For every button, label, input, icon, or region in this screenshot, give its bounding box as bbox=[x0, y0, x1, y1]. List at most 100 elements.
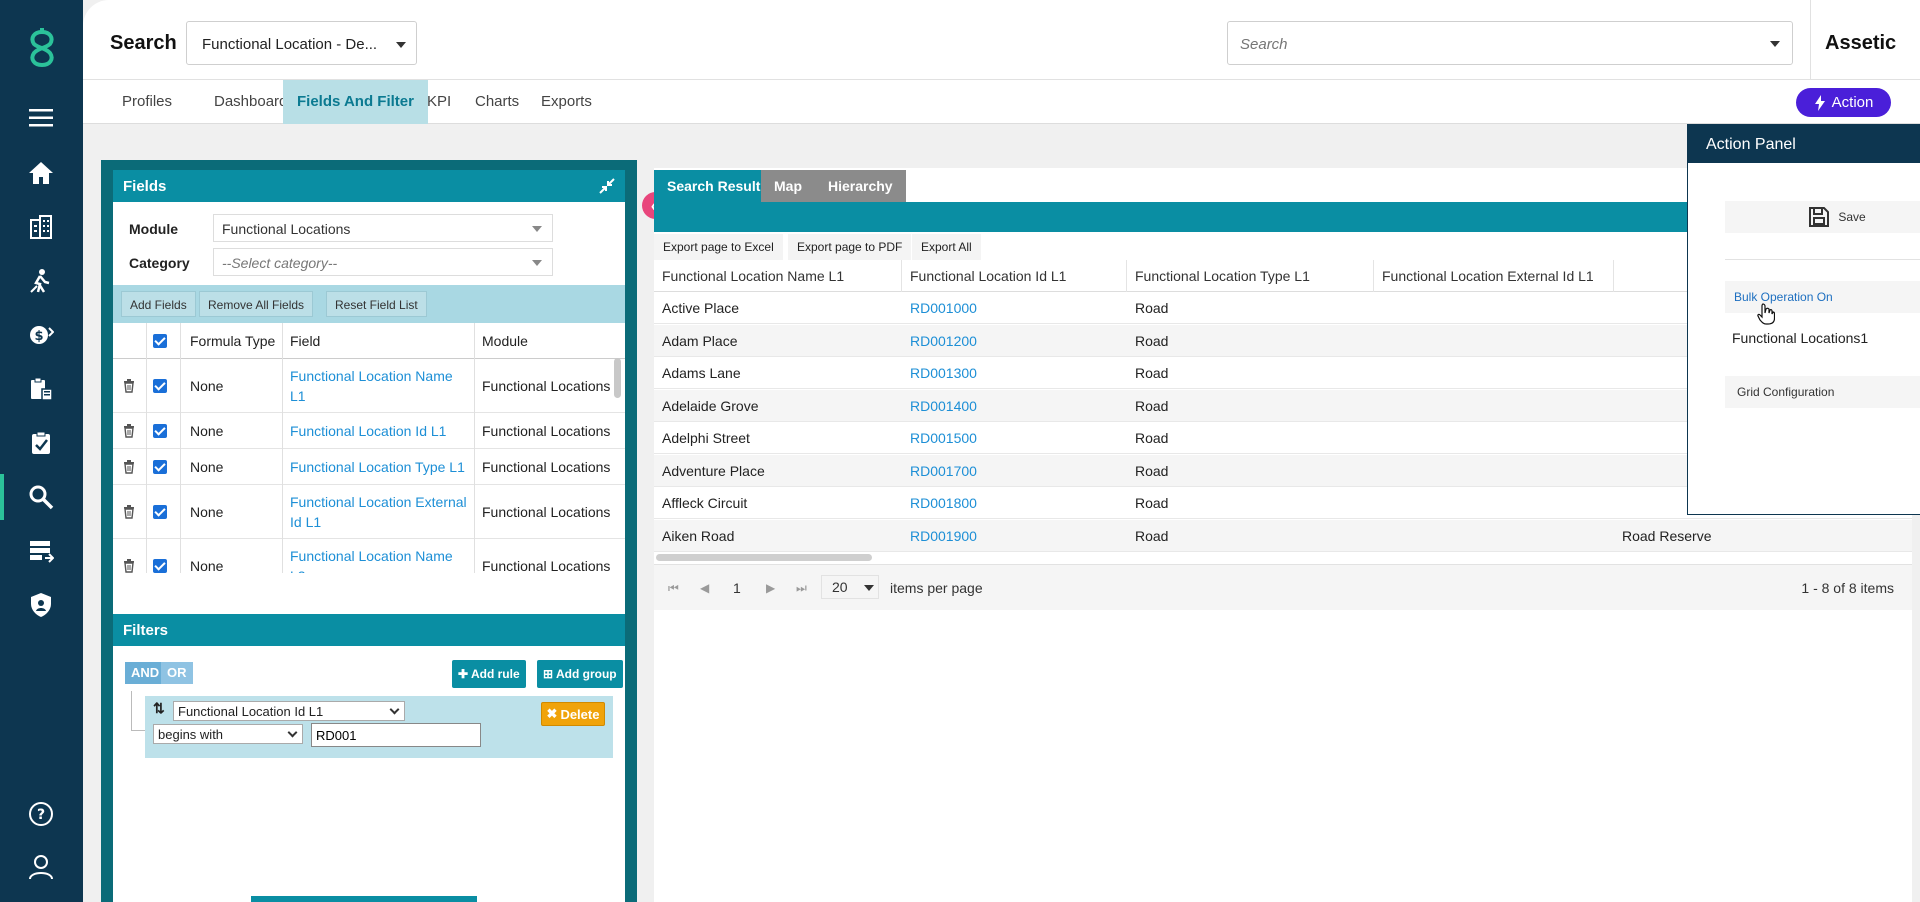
finance-icon[interactable]: $ bbox=[24, 318, 58, 352]
or-toggle[interactable]: OR bbox=[161, 662, 193, 684]
data-import-icon[interactable] bbox=[24, 534, 58, 568]
rule-operator-select[interactable]: begins with bbox=[153, 724, 303, 744]
result-id-link[interactable]: RD001300 bbox=[902, 357, 1127, 389]
rule-value-input[interactable] bbox=[311, 723, 481, 747]
field-name-link[interactable]: Functional Location Id L1 bbox=[290, 413, 470, 448]
trash-icon[interactable] bbox=[123, 485, 135, 538]
chevron-down-icon[interactable] bbox=[1770, 41, 1780, 47]
fields-vertical-scrollbar[interactable] bbox=[614, 358, 621, 398]
tab-profiles[interactable]: Profiles bbox=[108, 80, 186, 124]
field-row[interactable]: None Functional Location External Id L1 Fu… bbox=[113, 485, 625, 539]
add-rule-button[interactable]: ✚ Add rule bbox=[452, 660, 526, 688]
results-horizontal-scrollbar[interactable] bbox=[656, 554, 872, 561]
remove-all-fields-button[interactable]: Remove All Fields bbox=[199, 291, 314, 317]
trash-icon[interactable] bbox=[123, 539, 135, 573]
export-page-pdf-button[interactable]: Export page to PDF bbox=[788, 234, 912, 260]
delete-rule-button[interactable]: ✖ Delete bbox=[541, 702, 605, 726]
trash-icon[interactable] bbox=[123, 449, 135, 484]
export-all-button[interactable]: Export All bbox=[912, 234, 981, 260]
field-name-link[interactable]: Functional Location External Id L1 bbox=[290, 485, 470, 538]
column-header-external-id[interactable]: Functional Location External Id L1 bbox=[1374, 260, 1614, 292]
tab-map[interactable]: Map bbox=[761, 170, 815, 202]
first-page-icon[interactable]: ⏮ bbox=[668, 581, 679, 596]
field-name-link[interactable]: Functional Location Name L2 bbox=[290, 539, 470, 574]
filters-bottom-bar bbox=[251, 896, 477, 902]
field-name-link[interactable]: Functional Location Type L1 bbox=[290, 449, 470, 484]
action-button[interactable]: Action bbox=[1796, 88, 1891, 117]
tab-exports[interactable]: Exports bbox=[527, 80, 606, 124]
previous-page-icon[interactable]: ◀ bbox=[700, 581, 709, 595]
field-row[interactable]: None Functional Location Name L2 Functiona… bbox=[113, 539, 625, 573]
result-id-link[interactable]: RD001900 bbox=[902, 520, 1127, 552]
last-page-icon[interactable]: ⏭ bbox=[796, 581, 807, 596]
tasks-icon[interactable] bbox=[24, 426, 58, 460]
search-icon[interactable] bbox=[24, 480, 58, 514]
add-fields-button[interactable]: Add Fields bbox=[121, 291, 196, 317]
worker-icon[interactable] bbox=[24, 264, 58, 298]
current-page[interactable]: 1 bbox=[733, 580, 741, 596]
field-row[interactable]: None Functional Location Id L1 Functional … bbox=[113, 413, 625, 449]
field-row-checkbox[interactable] bbox=[153, 485, 167, 538]
global-search[interactable] bbox=[1227, 21, 1793, 65]
tab-charts[interactable]: Charts bbox=[461, 80, 533, 124]
field-formula-type: None bbox=[190, 557, 224, 574]
bulk-operation-button[interactable]: Bulk Operation On bbox=[1725, 281, 1920, 313]
menu-icon[interactable] bbox=[24, 101, 58, 135]
next-page-icon[interactable]: ▶ bbox=[766, 581, 775, 595]
field-row[interactable]: None Functional Location Type L1 Functiona… bbox=[113, 449, 625, 485]
result-id-link[interactable]: RD001800 bbox=[902, 487, 1127, 519]
sort-arrows-icon[interactable]: ⇅ bbox=[153, 700, 165, 717]
column-header-type[interactable]: Functional Location Type L1 bbox=[1127, 260, 1374, 292]
collapse-arrows-icon[interactable] bbox=[599, 178, 615, 194]
column-header-field[interactable]: Field bbox=[290, 323, 320, 358]
export-page-excel-button[interactable]: Export page to Excel bbox=[654, 234, 783, 260]
home-icon[interactable] bbox=[24, 156, 58, 190]
reports-icon[interactable] bbox=[24, 372, 58, 406]
grid-configuration-button[interactable]: Grid Configuration bbox=[1725, 376, 1920, 408]
result-id-link[interactable]: RD001400 bbox=[902, 390, 1127, 422]
field-row[interactable]: None Functional Location Name L1 Functiona… bbox=[113, 359, 625, 413]
action-panel-title: Action Panel bbox=[1706, 136, 1796, 153]
result-id-link[interactable]: RD001200 bbox=[902, 325, 1127, 357]
help-icon[interactable]: ? bbox=[24, 797, 58, 831]
result-id-link[interactable]: RD001700 bbox=[902, 455, 1127, 487]
result-id-link[interactable]: RD001000 bbox=[902, 292, 1127, 324]
rule-operator-value: begins with bbox=[158, 727, 224, 742]
column-header-name[interactable]: Functional Location Name L1 bbox=[654, 260, 902, 292]
field-row-checkbox[interactable] bbox=[153, 359, 167, 412]
column-header-id[interactable]: Functional Location Id L1 bbox=[902, 260, 1127, 292]
page-size-select[interactable]: 20 bbox=[821, 575, 879, 599]
trash-icon[interactable] bbox=[123, 413, 135, 448]
user-icon[interactable] bbox=[24, 850, 58, 884]
field-formula-type: None bbox=[190, 377, 224, 394]
app-logo-icon[interactable] bbox=[20, 26, 64, 70]
result-id-link[interactable]: RD001500 bbox=[902, 422, 1127, 454]
tab-fields-and-filter[interactable]: Fields And Filter bbox=[283, 80, 428, 124]
result-external-id bbox=[1374, 357, 1614, 389]
add-group-button[interactable]: ⊞ Add group bbox=[537, 660, 623, 688]
tab-search-result[interactable]: Search Result bbox=[654, 170, 774, 202]
field-row-checkbox[interactable] bbox=[153, 449, 167, 484]
field-row-checkbox[interactable] bbox=[153, 539, 167, 573]
trash-icon[interactable] bbox=[123, 359, 135, 412]
rule-field-select[interactable]: Functional Location Id L1 bbox=[173, 701, 405, 721]
field-row-checkbox[interactable] bbox=[153, 413, 167, 448]
column-header-module[interactable]: Module bbox=[482, 323, 528, 358]
module-select[interactable]: Functional Locations bbox=[213, 214, 553, 242]
field-name-link[interactable]: Functional Location Name L1 bbox=[290, 359, 470, 412]
select-all-checkbox[interactable] bbox=[153, 323, 167, 358]
buildings-icon[interactable] bbox=[24, 210, 58, 244]
profile-select[interactable]: Functional Location - De... bbox=[186, 21, 417, 65]
category-select[interactable]: --Select category-- bbox=[213, 248, 553, 276]
tab-hierarchy[interactable]: Hierarchy bbox=[815, 170, 906, 202]
shield-icon[interactable] bbox=[24, 588, 58, 622]
result-row[interactable]: Aiken Road RD001900 Road Road Reserve bbox=[654, 519, 1912, 552]
tab-kpi[interactable]: KPI bbox=[413, 80, 465, 124]
reset-field-list-button[interactable]: Reset Field List bbox=[326, 291, 427, 317]
column-header-formula-type[interactable]: Formula Type bbox=[190, 323, 275, 358]
save-button[interactable]: Save bbox=[1725, 201, 1920, 233]
result-type: Road bbox=[1135, 527, 1169, 544]
and-toggle[interactable]: AND bbox=[125, 662, 166, 684]
bulk-operation-select[interactable]: Functional Locations1 bbox=[1725, 324, 1920, 352]
search-input[interactable] bbox=[1240, 33, 1740, 55]
